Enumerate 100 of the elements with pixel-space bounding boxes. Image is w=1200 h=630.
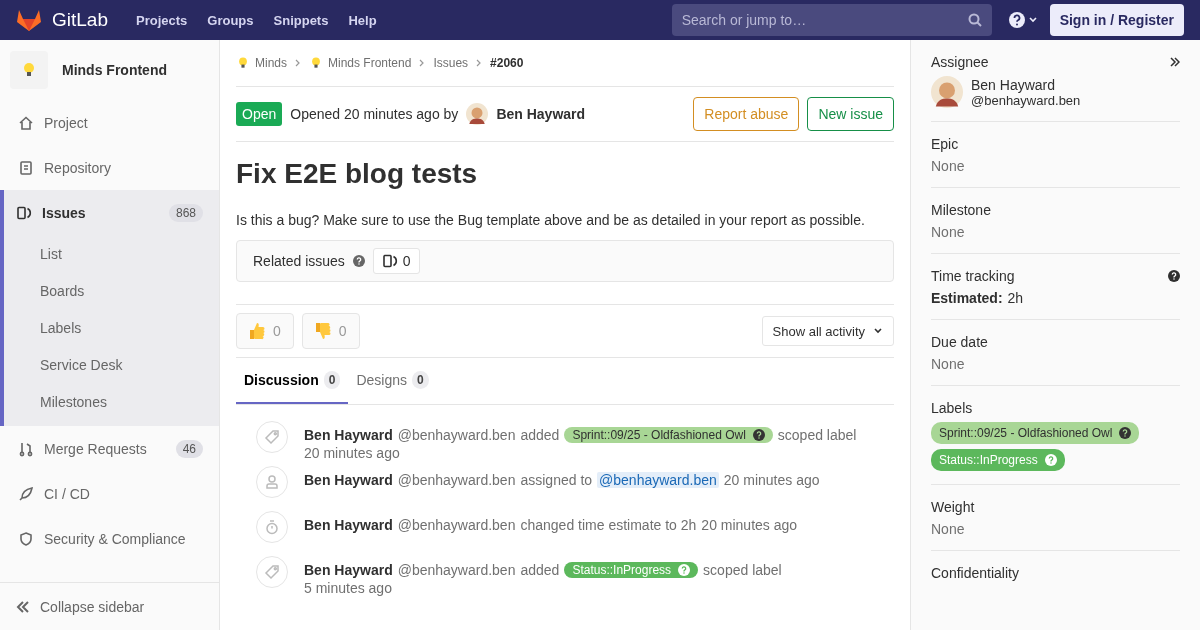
user-mention-link[interactable]: @benhayward.ben: [597, 472, 719, 488]
assignee-name[interactable]: Ben Hayward: [971, 76, 1081, 93]
tag-icon: [264, 564, 280, 580]
sidebar-item[interactable]: Project: [0, 100, 219, 145]
stopwatch-icon: [264, 519, 280, 535]
note-handle: @benhayward.ben: [397, 517, 516, 533]
tag-icon: [264, 429, 280, 445]
home-icon: [18, 114, 34, 131]
merge-request-icon: [18, 440, 34, 457]
section-title: Due date: [931, 334, 988, 350]
estimate-label: Estimated:: [931, 290, 1003, 306]
help-icon: [678, 564, 691, 576]
note-author[interactable]: Ben Hayward: [304, 562, 393, 578]
section-title: Milestone: [931, 202, 991, 218]
thumbs-down-icon: [314, 322, 331, 340]
help-icon: [1044, 454, 1057, 466]
issue-description: Is this a bug? Make sure to use the Bug template above and be as detailed in your report as possible.: [236, 212, 866, 228]
breadcrumb-link[interactable]: Minds: [236, 56, 287, 70]
activity-filter-dropdown[interactable]: Show all activity: [761, 316, 894, 346]
note-handle: @benhayward.ben: [397, 427, 516, 443]
tab[interactable]: Designs 0: [348, 358, 437, 404]
breadcrumb-link[interactable]: #2060: [490, 56, 524, 70]
note-handle: @benhayward.ben: [397, 562, 516, 578]
sign-in-button[interactable]: Sign in / Register: [1049, 4, 1184, 36]
sidebar-item[interactable]: Repository: [0, 145, 219, 190]
status-badge: Open: [236, 102, 283, 126]
nav-link[interactable]: Snippets: [273, 12, 329, 28]
sidebar-item[interactable]: Security & Compliance: [0, 516, 219, 561]
count-badge: 868: [168, 203, 203, 222]
sidebar-subitem[interactable]: Boards: [4, 272, 219, 309]
note-suffix: scoped label: [777, 427, 857, 443]
author-link[interactable]: Ben Hayward: [496, 106, 586, 122]
help-icon: [1119, 427, 1132, 439]
sidebar-item[interactable]: CI / CD: [0, 471, 219, 516]
breadcrumb-link[interactable]: Issues: [433, 56, 469, 70]
avatar: [466, 103, 489, 125]
issue-title: Fix E2E blog tests: [236, 158, 479, 190]
note-author[interactable]: Ben Hayward: [304, 427, 393, 443]
breadcrumb-link[interactable]: Minds Frontend: [309, 56, 412, 70]
sidebar-subitem[interactable]: Labels: [4, 309, 219, 346]
scoped-label[interactable]: Sprint::09/25 - Oldfashioned Owl: [931, 422, 1140, 444]
note-time: 5 minutes ago: [304, 580, 392, 596]
nav-link[interactable]: Groups: [207, 12, 254, 28]
section-value: None: [931, 521, 966, 537]
section-title: Epic: [931, 136, 959, 152]
note-author[interactable]: Ben Hayward: [304, 517, 393, 533]
scoped-label[interactable]: Sprint::09/25 - Oldfashioned Owl: [564, 427, 773, 443]
avatar: [931, 76, 963, 108]
chevron-down-icon: [873, 327, 883, 335]
shield-icon: [18, 530, 34, 547]
tab[interactable]: Discussion 0: [236, 358, 349, 404]
note-time: 20 minutes ago: [701, 517, 798, 533]
note-time: 20 minutes ago: [304, 445, 400, 461]
count-badge: 46: [175, 439, 203, 458]
help-icon: [752, 429, 765, 441]
section-title: Labels: [931, 400, 974, 416]
opened-text: Opened 20 minutes ago by: [290, 106, 459, 122]
note-action: added: [520, 562, 560, 578]
chevron-right-icon: [476, 59, 483, 67]
related-count[interactable]: 0: [372, 248, 420, 274]
sidebar-item[interactable]: Issues 868: [0, 190, 219, 235]
section-title: Time tracking: [931, 268, 1015, 284]
double-chevron-left-icon: [16, 599, 30, 614]
sidebar-item[interactable]: Merge Requests 46: [0, 426, 219, 471]
note-action: added: [520, 427, 560, 443]
note-author[interactable]: Ben Hayward: [304, 472, 393, 488]
note-suffix: scoped label: [703, 562, 782, 578]
help-dropdown-icon[interactable]: [1007, 11, 1040, 29]
double-chevron-right-icon[interactable]: [1170, 57, 1180, 67]
search-icon: [967, 13, 982, 27]
document-icon: [18, 159, 34, 176]
collapse-sidebar-button[interactable]: Collapse sidebar: [0, 582, 219, 630]
brand-name[interactable]: GitLab: [52, 9, 108, 31]
section-value: None: [931, 224, 966, 240]
assignee-title: Assignee: [931, 54, 989, 70]
related-issues-label: Related issues: [253, 253, 345, 269]
fox-logo-icon[interactable]: [16, 8, 42, 32]
section-value: None: [931, 356, 966, 372]
chevron-right-icon: [419, 59, 426, 67]
project-name[interactable]: Minds Frontend: [62, 62, 167, 78]
thumbs-up-icon: [249, 322, 265, 340]
section-title: Weight: [931, 499, 976, 515]
nav-link[interactable]: Help: [348, 12, 377, 28]
note-handle: @benhayward.ben: [397, 472, 516, 488]
note-action: assigned to: [520, 472, 593, 488]
help-icon: [352, 255, 365, 267]
note-time: 20 minutes ago: [723, 472, 820, 488]
nav-link[interactable]: Projects: [136, 12, 188, 28]
issues-icon: [16, 204, 32, 221]
estimate-value: 2h: [1007, 290, 1024, 306]
sidebar-subitem[interactable]: Milestones: [4, 383, 219, 420]
new-issue-button[interactable]: New issue: [807, 97, 894, 131]
search-field[interactable]: Search or jump to…: [671, 4, 992, 36]
assignee-handle: @benhayward.ben: [971, 92, 1081, 108]
sidebar-subitem[interactable]: Service Desk: [4, 346, 219, 383]
section-title: Confidentiality: [931, 565, 1020, 581]
note-action: changed time estimate to 2h: [520, 517, 697, 533]
section-value: None: [931, 158, 966, 174]
person-icon: [264, 474, 280, 490]
sidebar-subitem[interactable]: List: [4, 235, 219, 272]
